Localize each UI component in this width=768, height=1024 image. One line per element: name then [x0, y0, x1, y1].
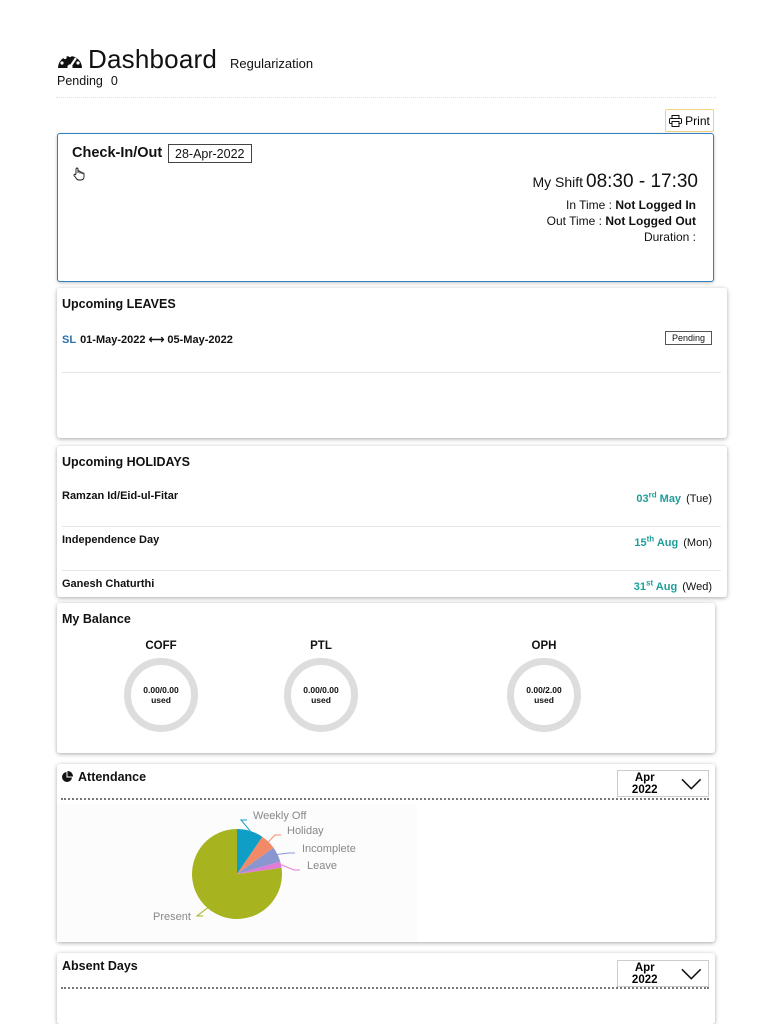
duration-label: Duration :: [643, 230, 696, 244]
page-subtitle[interactable]: Regularization: [230, 56, 313, 71]
balance-value: 0.00/2.00: [526, 685, 562, 695]
balance-name: PTL: [310, 640, 332, 652]
out-time-value: Not Logged Out: [605, 214, 696, 228]
checkin-card: Check-In/Out 28-Apr-2022 My Shift 08:30 -…: [57, 133, 714, 282]
pie-leader-line: [268, 834, 281, 843]
list-item: Independence Day 15th Aug (Mon): [62, 534, 712, 549]
page-title: Dashboard: [88, 44, 217, 74]
balance-unit: used: [311, 695, 331, 705]
balance-value: 0.00/0.00: [143, 685, 179, 695]
attendance-pie-chart: Present Weekly Off Holiday Incomplete Leave: [57, 804, 417, 942]
absent-month-select[interactable]: Apr 2022: [617, 960, 709, 987]
in-time-row: In Time : Not Logged In: [566, 198, 696, 212]
out-time-label: Out Time :: [546, 214, 602, 228]
balance-unit: used: [534, 695, 554, 705]
pie-label: Weekly Off: [253, 810, 307, 822]
pie-chart-icon: [62, 771, 73, 782]
month-value: Apr 2022: [631, 771, 658, 796]
status-badge: Pending: [664, 331, 712, 345]
balance-title: My Balance: [62, 612, 131, 626]
divider: [62, 372, 721, 373]
hand-pointer-icon[interactable]: [72, 167, 86, 181]
balance-ring: 0.00/2.00 used: [507, 658, 581, 732]
list-item: Ramzan Id/Eid-ul-Fitar 03rd May (Tue): [62, 490, 712, 505]
holiday-date: 31st Aug (Wed): [633, 578, 712, 593]
pie-leader-line: [277, 852, 295, 855]
leaves-title: Upcoming LEAVES: [62, 297, 176, 311]
pie-label: Holiday: [287, 825, 324, 837]
balance-name: COFF: [145, 640, 177, 652]
in-time-value: Not Logged In: [615, 198, 696, 212]
dashboard-gauge-icon: [58, 53, 82, 70]
upcoming-leaves-card: Upcoming LEAVES SL 01-May-2022 ⟷ 05-May-2…: [57, 288, 727, 438]
pending-count: 0: [110, 74, 118, 88]
pie-label: Incomplete: [302, 843, 356, 855]
duration-row: Duration :: [644, 230, 696, 244]
pie-label: Leave: [307, 860, 337, 872]
divider: [62, 570, 721, 571]
attendance-title: Attendance: [78, 770, 147, 784]
chevron-down-icon: [681, 778, 702, 790]
balance-item: COFF 0.00/0.00 used: [121, 640, 201, 732]
balance-item: PTL 0.00/0.00 used: [281, 640, 361, 732]
pie-label: Present: [153, 911, 191, 923]
balance-unit: used: [151, 695, 171, 705]
leave-to: 05-May-2022: [167, 334, 233, 346]
holiday-name: Ganesh Chaturthi: [62, 578, 155, 590]
absent-days-card: Absent Days Apr 2022: [57, 953, 715, 1024]
balance-ring: 0.00/0.00 used: [284, 658, 358, 732]
attendance-title-wrap: Attendance: [61, 770, 146, 784]
pie-leader-line: [280, 864, 300, 871]
balance-value: 0.00/0.00: [303, 685, 339, 695]
section-divider: [61, 798, 709, 800]
holiday-name: Independence Day: [62, 534, 160, 546]
shift-label: My Shift: [532, 174, 584, 190]
leave-from: 01-May-2022: [80, 334, 146, 346]
pie-leader-line: [195, 907, 208, 917]
upcoming-holidays-card: Upcoming HOLIDAYS Ramzan Id/Eid-ul-Fitar…: [57, 446, 727, 597]
holiday-date: 03rd May (Tue): [636, 490, 712, 505]
pending-label: Pending: [57, 74, 103, 88]
shift-info: My Shift 08:30 - 17:30: [532, 171, 698, 193]
absent-title: Absent Days: [62, 959, 138, 973]
range-arrow-icon: ⟷: [148, 334, 165, 346]
pending-indicator: Pending 0: [57, 74, 118, 88]
holiday-date: 15th Aug (Mon): [634, 534, 712, 549]
holiday-name: Ramzan Id/Eid-ul-Fitar: [62, 490, 179, 502]
my-balance-card: My Balance COFF 0.00/0.00 used PTL 0.00/…: [57, 603, 715, 753]
in-time-label: In Time :: [565, 198, 612, 212]
balance-item: OPH 0.00/2.00 used: [504, 640, 584, 732]
shift-time: 08:30 - 17:30: [586, 171, 698, 192]
list-item[interactable]: SL 01-May-2022 ⟷ 05-May-2022: [62, 333, 233, 346]
month-value: Apr 2022: [631, 961, 658, 986]
chevron-down-icon: [681, 968, 702, 980]
out-time-row: Out Time : Not Logged Out: [547, 214, 696, 228]
page-header: Dashboard Regularization: [56, 44, 313, 75]
attendance-card: Attendance Apr 2022 Present Weekly Off Hol…: [57, 764, 715, 942]
print-button[interactable]: Print: [665, 109, 714, 132]
balance-name: OPH: [531, 640, 557, 652]
list-item: Ganesh Chaturthi 31st Aug (Wed): [62, 578, 712, 593]
printer-icon: [669, 114, 683, 127]
print-label: Print: [685, 113, 710, 128]
checkin-title: Check-In/Out: [72, 145, 163, 161]
header-divider: [56, 97, 716, 98]
divider: [62, 526, 721, 527]
section-divider: [61, 987, 709, 989]
leave-type: SL: [62, 334, 77, 346]
attendance-month-select[interactable]: Apr 2022: [617, 770, 709, 797]
checkin-date: 28-Apr-2022: [168, 144, 252, 163]
holidays-title: Upcoming HOLIDAYS: [62, 455, 191, 469]
balance-ring: 0.00/0.00 used: [124, 658, 198, 732]
